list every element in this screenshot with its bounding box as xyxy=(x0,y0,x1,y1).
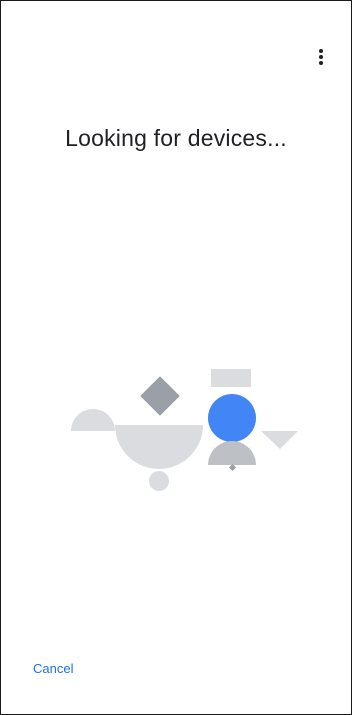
blue-circle-shape xyxy=(208,394,256,442)
gray-half-circle-shape xyxy=(208,441,256,465)
menu-dot xyxy=(319,55,323,59)
half-circle-shape xyxy=(71,409,115,431)
rectangle-shape xyxy=(211,369,251,387)
bowl-shape xyxy=(115,425,203,469)
searching-devices-illustration xyxy=(71,369,298,491)
small-circle-shape xyxy=(149,471,169,491)
triangle-shape xyxy=(261,431,298,449)
more-vert-icon[interactable] xyxy=(313,45,329,69)
cancel-button[interactable]: Cancel xyxy=(33,661,73,676)
menu-dot xyxy=(319,49,323,53)
page-title: Looking for devices... xyxy=(65,125,287,151)
diamond-shape xyxy=(140,376,180,416)
device-scan-screen: Looking for devices... Cancel xyxy=(0,0,352,715)
tiny-diamond-shape xyxy=(228,463,237,472)
menu-dot xyxy=(319,61,323,65)
